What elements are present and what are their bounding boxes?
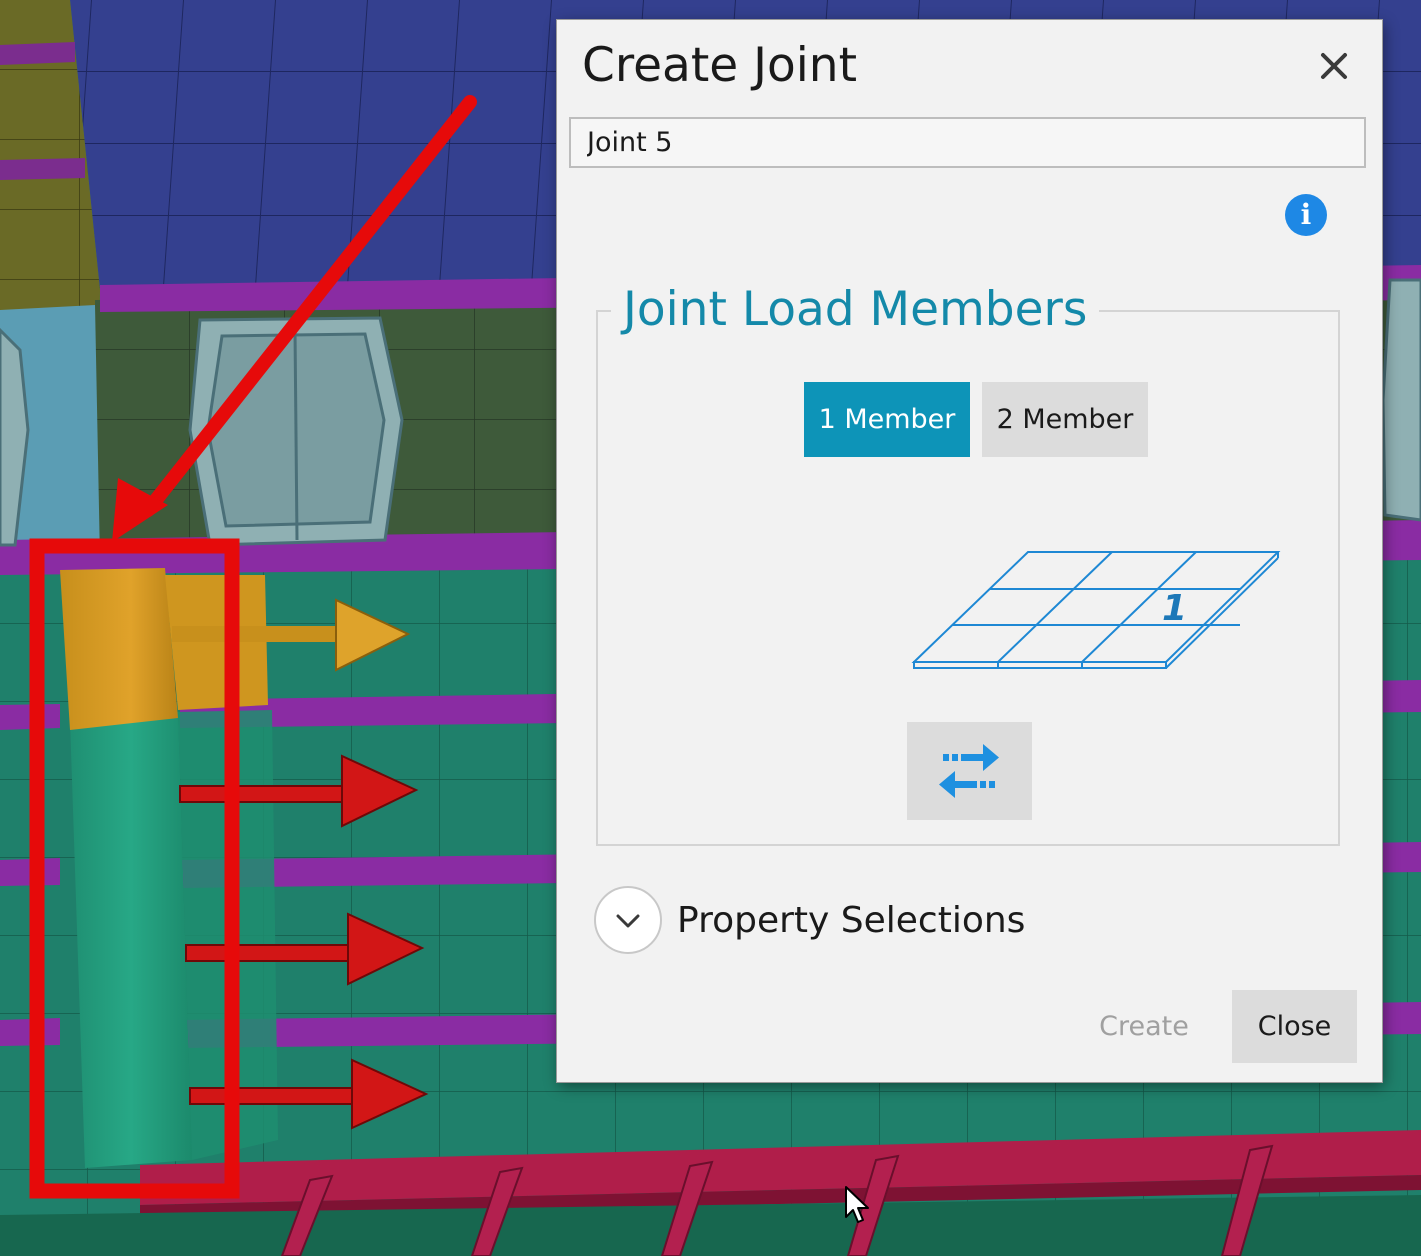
info-icon[interactable]: i bbox=[1285, 194, 1327, 236]
joint-load-members-group: Joint Load Members 1 Member 2 Member 1 bbox=[596, 282, 1340, 846]
mouse-pointer-icon bbox=[845, 1186, 869, 1223]
two-member-button[interactable]: 2 Member bbox=[982, 382, 1148, 457]
close-button[interactable]: Close bbox=[1232, 990, 1357, 1063]
property-selections-expander[interactable] bbox=[594, 886, 662, 954]
group-title: Joint Load Members bbox=[611, 282, 1100, 337]
create-button[interactable]: Create bbox=[1069, 990, 1219, 1063]
close-icon[interactable] bbox=[1312, 44, 1356, 88]
swap-direction-icon bbox=[939, 744, 999, 798]
create-joint-dialog: Create Joint i Joint Load Members 1 Memb… bbox=[557, 20, 1382, 1082]
dialog-title: Create Joint bbox=[582, 38, 858, 93]
plate-member-diagram: 1 bbox=[911, 551, 1281, 669]
property-selections-label[interactable]: Property Selections bbox=[677, 900, 1025, 941]
one-member-button[interactable]: 1 Member bbox=[804, 382, 970, 457]
diagram-member-label: 1 bbox=[1162, 588, 1187, 629]
joint-name-input[interactable] bbox=[569, 117, 1366, 168]
swap-direction-button[interactable] bbox=[907, 722, 1032, 820]
chevron-down-icon bbox=[616, 914, 640, 928]
